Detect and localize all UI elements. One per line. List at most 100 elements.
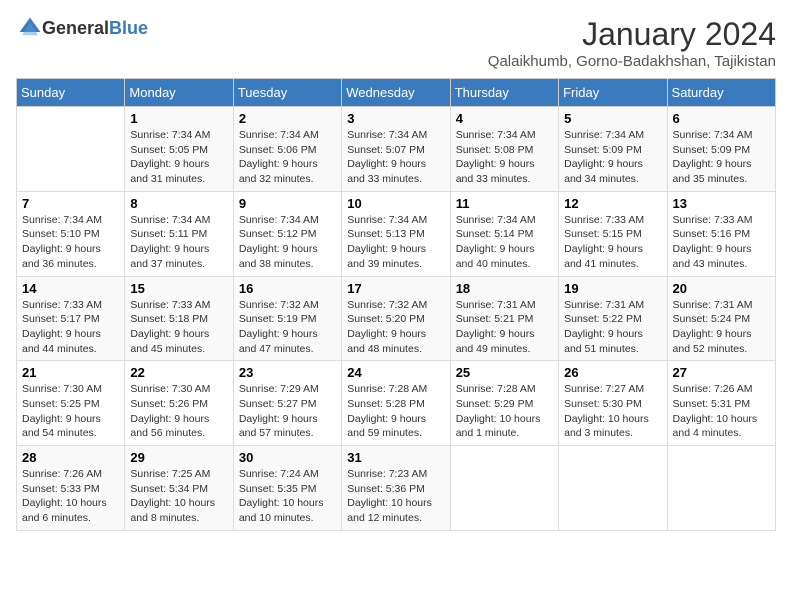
logo-text: GeneralBlue [42, 18, 148, 39]
day-number: 11 [456, 196, 553, 211]
sunset-label: Sunset: 5:11 PM [130, 228, 207, 240]
weekday-header: Saturday [667, 79, 775, 107]
calendar-body: 1 Sunrise: 7:34 AM Sunset: 5:05 PM Dayli… [17, 107, 776, 531]
sunrise-label: Sunrise: 7:32 AM [347, 299, 427, 311]
day-info: Sunrise: 7:34 AM Sunset: 5:12 PM Dayligh… [239, 213, 336, 272]
calendar-cell: 12 Sunrise: 7:33 AM Sunset: 5:15 PM Dayl… [559, 191, 667, 276]
sunset-label: Sunset: 5:09 PM [564, 144, 642, 156]
daylight-label: Daylight: 10 hours and 6 minutes. [22, 497, 107, 524]
sunrise-label: Sunrise: 7:30 AM [22, 383, 102, 395]
sunset-label: Sunset: 5:06 PM [239, 144, 317, 156]
day-info: Sunrise: 7:24 AM Sunset: 5:35 PM Dayligh… [239, 467, 336, 526]
calendar-cell: 17 Sunrise: 7:32 AM Sunset: 5:20 PM Dayl… [342, 276, 450, 361]
day-info: Sunrise: 7:31 AM Sunset: 5:21 PM Dayligh… [456, 298, 553, 357]
day-number: 10 [347, 196, 444, 211]
calendar-cell: 28 Sunrise: 7:26 AM Sunset: 5:33 PM Dayl… [17, 446, 125, 531]
sunset-label: Sunset: 5:21 PM [456, 313, 534, 325]
day-info: Sunrise: 7:34 AM Sunset: 5:05 PM Dayligh… [130, 128, 227, 187]
day-info: Sunrise: 7:34 AM Sunset: 5:13 PM Dayligh… [347, 213, 444, 272]
daylight-label: Daylight: 10 hours and 10 minutes. [239, 497, 324, 524]
calendar-cell: 18 Sunrise: 7:31 AM Sunset: 5:21 PM Dayl… [450, 276, 558, 361]
day-info: Sunrise: 7:26 AM Sunset: 5:33 PM Dayligh… [22, 467, 119, 526]
day-info: Sunrise: 7:34 AM Sunset: 5:09 PM Dayligh… [673, 128, 770, 187]
day-number: 23 [239, 365, 336, 380]
logo: GeneralBlue [16, 16, 148, 40]
sunrise-label: Sunrise: 7:32 AM [239, 299, 319, 311]
daylight-label: Daylight: 9 hours and 34 minutes. [564, 158, 643, 185]
daylight-label: Daylight: 9 hours and 52 minutes. [673, 328, 752, 355]
day-number: 13 [673, 196, 770, 211]
calendar-header: SundayMondayTuesdayWednesdayThursdayFrid… [17, 79, 776, 107]
sunset-label: Sunset: 5:13 PM [347, 228, 425, 240]
sunrise-label: Sunrise: 7:26 AM [22, 468, 102, 480]
daylight-label: Daylight: 9 hours and 37 minutes. [130, 243, 209, 270]
month-title: January 2024 [488, 16, 776, 53]
sunrise-label: Sunrise: 7:25 AM [130, 468, 210, 480]
calendar-cell: 2 Sunrise: 7:34 AM Sunset: 5:06 PM Dayli… [233, 107, 341, 192]
calendar-cell: 25 Sunrise: 7:28 AM Sunset: 5:29 PM Dayl… [450, 361, 558, 446]
calendar-cell: 3 Sunrise: 7:34 AM Sunset: 5:07 PM Dayli… [342, 107, 450, 192]
daylight-label: Daylight: 9 hours and 36 minutes. [22, 243, 101, 270]
daylight-label: Daylight: 9 hours and 49 minutes. [456, 328, 535, 355]
day-number: 18 [456, 281, 553, 296]
sunset-label: Sunset: 5:20 PM [347, 313, 425, 325]
daylight-label: Daylight: 9 hours and 33 minutes. [456, 158, 535, 185]
calendar-cell: 15 Sunrise: 7:33 AM Sunset: 5:18 PM Dayl… [125, 276, 233, 361]
sunset-label: Sunset: 5:18 PM [130, 313, 208, 325]
sunset-label: Sunset: 5:17 PM [22, 313, 100, 325]
calendar-cell: 24 Sunrise: 7:28 AM Sunset: 5:28 PM Dayl… [342, 361, 450, 446]
day-info: Sunrise: 7:33 AM Sunset: 5:17 PM Dayligh… [22, 298, 119, 357]
calendar-week-row: 28 Sunrise: 7:26 AM Sunset: 5:33 PM Dayl… [17, 446, 776, 531]
weekday-header: Friday [559, 79, 667, 107]
day-info: Sunrise: 7:27 AM Sunset: 5:30 PM Dayligh… [564, 382, 661, 441]
daylight-label: Daylight: 9 hours and 40 minutes. [456, 243, 535, 270]
calendar-cell: 5 Sunrise: 7:34 AM Sunset: 5:09 PM Dayli… [559, 107, 667, 192]
sunrise-label: Sunrise: 7:33 AM [22, 299, 102, 311]
sunset-label: Sunset: 5:31 PM [673, 398, 751, 410]
day-number: 22 [130, 365, 227, 380]
day-number: 21 [22, 365, 119, 380]
day-number: 4 [456, 111, 553, 126]
calendar-cell: 23 Sunrise: 7:29 AM Sunset: 5:27 PM Dayl… [233, 361, 341, 446]
calendar-cell: 22 Sunrise: 7:30 AM Sunset: 5:26 PM Dayl… [125, 361, 233, 446]
day-info: Sunrise: 7:28 AM Sunset: 5:28 PM Dayligh… [347, 382, 444, 441]
calendar-week-row: 7 Sunrise: 7:34 AM Sunset: 5:10 PM Dayli… [17, 191, 776, 276]
day-number: 28 [22, 450, 119, 465]
day-number: 27 [673, 365, 770, 380]
sunrise-label: Sunrise: 7:34 AM [347, 214, 427, 226]
calendar-table: SundayMondayTuesdayWednesdayThursdayFrid… [16, 78, 776, 531]
daylight-label: Daylight: 9 hours and 51 minutes. [564, 328, 643, 355]
weekday-row: SundayMondayTuesdayWednesdayThursdayFrid… [17, 79, 776, 107]
day-info: Sunrise: 7:32 AM Sunset: 5:20 PM Dayligh… [347, 298, 444, 357]
day-info: Sunrise: 7:29 AM Sunset: 5:27 PM Dayligh… [239, 382, 336, 441]
day-number: 15 [130, 281, 227, 296]
daylight-label: Daylight: 9 hours and 38 minutes. [239, 243, 318, 270]
calendar-cell: 21 Sunrise: 7:30 AM Sunset: 5:25 PM Dayl… [17, 361, 125, 446]
calendar-cell: 9 Sunrise: 7:34 AM Sunset: 5:12 PM Dayli… [233, 191, 341, 276]
sunrise-label: Sunrise: 7:33 AM [673, 214, 753, 226]
sunrise-label: Sunrise: 7:29 AM [239, 383, 319, 395]
logo-blue: Blue [109, 18, 148, 38]
sunset-label: Sunset: 5:16 PM [673, 228, 751, 240]
calendar-cell: 27 Sunrise: 7:26 AM Sunset: 5:31 PM Dayl… [667, 361, 775, 446]
sunrise-label: Sunrise: 7:34 AM [456, 214, 536, 226]
sunset-label: Sunset: 5:33 PM [22, 483, 100, 495]
sunset-label: Sunset: 5:22 PM [564, 313, 642, 325]
day-number: 19 [564, 281, 661, 296]
calendar-cell: 11 Sunrise: 7:34 AM Sunset: 5:14 PM Dayl… [450, 191, 558, 276]
day-info: Sunrise: 7:30 AM Sunset: 5:26 PM Dayligh… [130, 382, 227, 441]
daylight-label: Daylight: 9 hours and 47 minutes. [239, 328, 318, 355]
sunrise-label: Sunrise: 7:34 AM [564, 129, 644, 141]
day-info: Sunrise: 7:34 AM Sunset: 5:07 PM Dayligh… [347, 128, 444, 187]
daylight-label: Daylight: 9 hours and 35 minutes. [673, 158, 752, 185]
sunset-label: Sunset: 5:29 PM [456, 398, 534, 410]
calendar-cell: 1 Sunrise: 7:34 AM Sunset: 5:05 PM Dayli… [125, 107, 233, 192]
sunset-label: Sunset: 5:28 PM [347, 398, 425, 410]
day-info: Sunrise: 7:33 AM Sunset: 5:15 PM Dayligh… [564, 213, 661, 272]
day-number: 8 [130, 196, 227, 211]
sunset-label: Sunset: 5:08 PM [456, 144, 534, 156]
calendar-cell: 16 Sunrise: 7:32 AM Sunset: 5:19 PM Dayl… [233, 276, 341, 361]
day-number: 2 [239, 111, 336, 126]
calendar-cell: 13 Sunrise: 7:33 AM Sunset: 5:16 PM Dayl… [667, 191, 775, 276]
sunrise-label: Sunrise: 7:28 AM [456, 383, 536, 395]
